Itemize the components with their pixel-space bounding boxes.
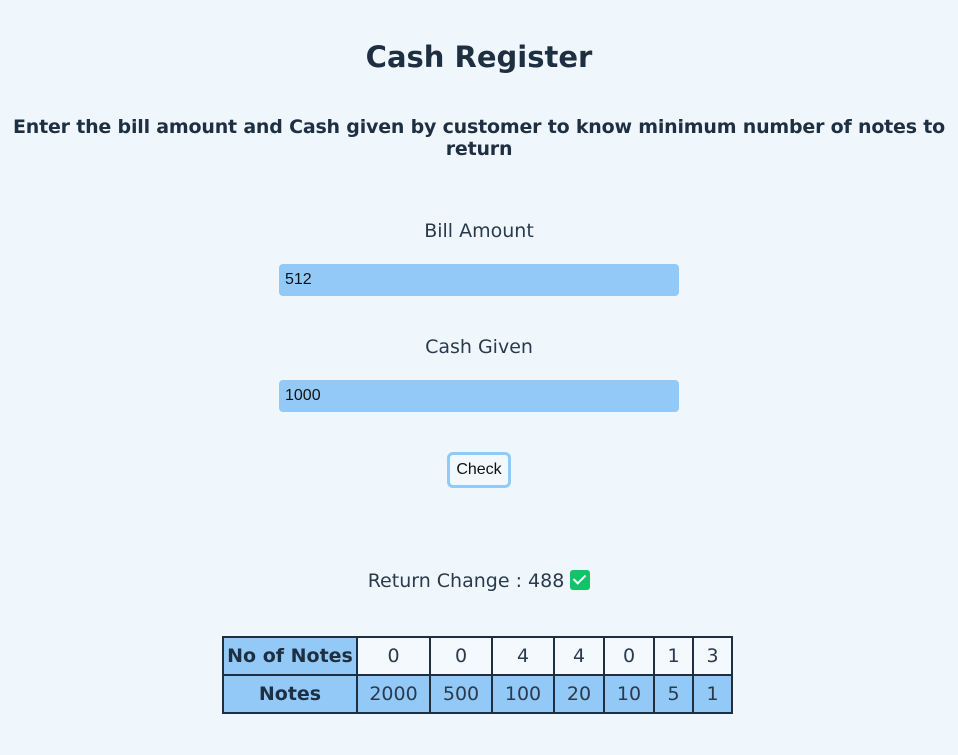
note-count-cell: 0 (603, 636, 655, 676)
denomination-cell: 20 (553, 674, 605, 714)
page-subtitle: Enter the bill amount and Cash given by … (12, 116, 946, 160)
cash-given-input[interactable] (279, 380, 679, 412)
bill-amount-input[interactable] (279, 264, 679, 296)
table-row-note-counts: No of Notes 0 0 4 4 0 1 3 (222, 636, 733, 676)
cash-given-label: Cash Given (425, 336, 533, 358)
notes-table: No of Notes 0 0 4 4 0 1 3 Notes 2000 500… (222, 636, 733, 714)
no-of-notes-header: No of Notes (222, 636, 358, 676)
denomination-cell: 1 (692, 674, 733, 714)
check-mark-icon (570, 570, 591, 590)
notes-header: Notes (222, 674, 358, 714)
note-count-cell: 0 (429, 636, 493, 676)
return-change-text: Return Change : 488 (367, 570, 565, 592)
denomination-cell: 2000 (356, 674, 431, 714)
denomination-cell: 500 (429, 674, 493, 714)
note-count-cell: 0 (356, 636, 431, 676)
note-count-cell: 1 (653, 636, 694, 676)
denomination-cell: 5 (653, 674, 694, 714)
note-count-cell: 4 (491, 636, 555, 676)
page-title: Cash Register (365, 40, 593, 74)
note-count-cell: 3 (692, 636, 733, 676)
denomination-cell: 100 (491, 674, 555, 714)
bill-amount-label: Bill Amount (424, 220, 534, 242)
return-change-output: Return Change : 488 (0, 570, 958, 592)
denomination-cell: 10 (603, 674, 655, 714)
table-row-denominations: Notes 2000 500 100 20 10 5 1 (222, 674, 733, 714)
note-count-cell: 4 (553, 636, 605, 676)
check-button[interactable]: Check (447, 452, 511, 488)
